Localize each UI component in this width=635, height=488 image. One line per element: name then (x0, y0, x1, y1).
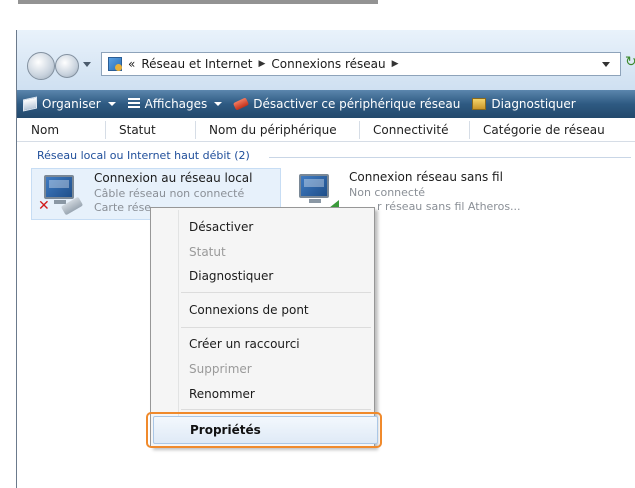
organize-icon (23, 96, 37, 112)
column-header-name[interactable]: Nom (31, 123, 59, 137)
menu-item-diagnose[interactable]: Diagnostiquer (189, 269, 273, 283)
breadcrumb-network-internet[interactable]: Réseau et Internet (141, 57, 252, 71)
chevron-down-icon (214, 102, 223, 106)
group-divider (269, 157, 631, 158)
network-folder-icon (108, 57, 122, 71)
column-divider[interactable] (469, 121, 470, 139)
disconnected-x-icon: ✕ (38, 198, 50, 214)
wired-network-icon: ✕ (38, 173, 84, 216)
screenshot-frame: « Réseau et Internet ▶ Connexions réseau… (0, 0, 635, 488)
disable-device-icon (233, 97, 250, 111)
forward-button[interactable] (55, 54, 79, 78)
top-strip (0, 0, 635, 30)
refresh-icon[interactable]: ↻ (625, 54, 635, 74)
group-header[interactable]: Réseau local ou Internet haut débit (2) (37, 149, 250, 162)
navigation-bar: « Réseau et Internet ▶ Connexions réseau… (17, 30, 635, 90)
breadcrumb-network-connections[interactable]: Connexions réseau (271, 57, 385, 71)
chevron-down-icon (107, 102, 116, 106)
menu-separator (181, 292, 371, 293)
column-divider[interactable] (105, 121, 106, 139)
wireless-network-icon (293, 172, 339, 212)
menu-item-status: Statut (189, 245, 226, 259)
menu-separator (181, 409, 371, 410)
connection-device: Carte rése (94, 201, 152, 214)
address-dropdown-icon[interactable] (602, 62, 610, 67)
properties-highlight-box (146, 412, 382, 448)
views-icon (127, 98, 140, 110)
column-divider[interactable] (359, 121, 360, 139)
views-label: Affichages (144, 97, 208, 111)
diagnose-icon (472, 98, 487, 110)
menu-separator (181, 327, 371, 328)
organize-button[interactable]: Organiser (17, 96, 122, 112)
command-toolbar: Organiser Affichages Désactiver ce périp… (17, 90, 635, 118)
disable-device-button[interactable]: Désactiver ce périphérique réseau (228, 97, 466, 111)
connection-title: Connexion au réseau local (94, 171, 253, 185)
connection-device: r réseau sans fil Atheros... (377, 200, 521, 213)
menu-gutter (178, 210, 179, 444)
address-bar[interactable]: « Réseau et Internet ▶ Connexions réseau… (101, 52, 621, 76)
column-divider[interactable] (195, 121, 196, 139)
connection-title: Connexion réseau sans fil (349, 170, 503, 184)
column-header-status[interactable]: Statut (119, 123, 156, 137)
views-button[interactable]: Affichages (122, 97, 229, 111)
menu-item-rename[interactable]: Renommer (189, 387, 255, 401)
menu-item-delete: Supprimer (189, 362, 252, 376)
diagnose-label: Diagnostiquer (491, 97, 576, 111)
diagnose-button[interactable]: Diagnostiquer (466, 97, 581, 111)
menu-item-disable[interactable]: Désactiver (189, 220, 253, 234)
connection-status: Câble réseau non connecté (94, 187, 245, 200)
column-header-network-category[interactable]: Catégorie de réseau (483, 123, 605, 137)
back-button[interactable] (27, 52, 55, 80)
column-headers: Nom Statut Nom du périphérique Connectiv… (17, 118, 635, 142)
connection-status: Non connecté (349, 186, 426, 199)
recent-pages-dropdown-icon[interactable] (83, 62, 91, 67)
disable-device-label: Désactiver ce périphérique réseau (253, 97, 461, 111)
chevron-right-icon[interactable]: ▶ (392, 59, 399, 69)
column-header-connectivity[interactable]: Connectivité (373, 123, 448, 137)
menu-item-bridge-connections[interactable]: Connexions de pont (189, 303, 309, 317)
column-header-device-name[interactable]: Nom du périphérique (209, 123, 337, 137)
context-menu: Désactiver Statut Diagnostiquer Connexio… (150, 207, 378, 447)
organize-label: Organiser (42, 97, 101, 111)
chevron-right-icon[interactable]: ▶ (258, 59, 265, 69)
menu-item-create-shortcut[interactable]: Créer un raccourci (189, 337, 300, 351)
breadcrumb-overflow[interactable]: « (128, 57, 135, 71)
